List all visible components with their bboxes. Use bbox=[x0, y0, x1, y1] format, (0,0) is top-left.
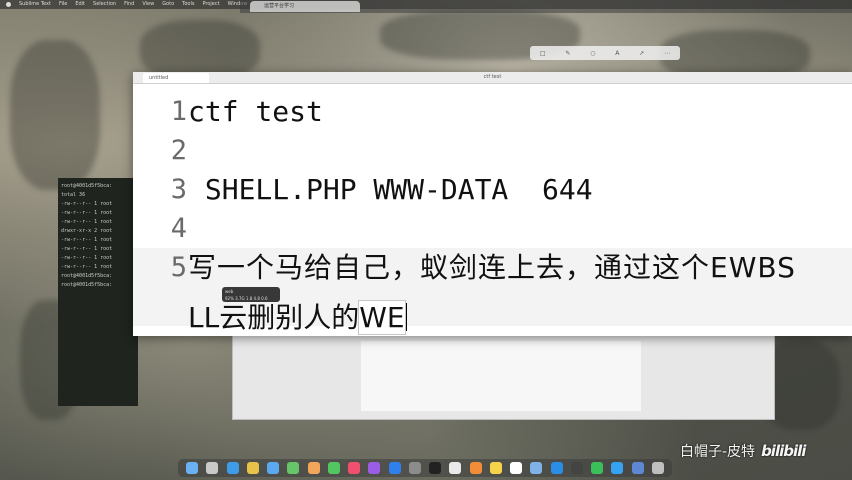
shapes-icon[interactable]: ○ bbox=[590, 50, 595, 57]
apple-icon[interactable] bbox=[6, 2, 11, 7]
finder-icon[interactable] bbox=[186, 462, 199, 474]
calendar-icon[interactable] bbox=[510, 462, 523, 474]
music-icon[interactable] bbox=[348, 462, 361, 474]
code-line: 4 bbox=[133, 209, 852, 248]
ime-popup-values: 92% 3.7G 1.8 4.8 0.6 bbox=[225, 296, 268, 301]
terminal-line: total 36 bbox=[61, 192, 86, 198]
arrow-icon[interactable]: ↗ bbox=[639, 50, 644, 57]
menu-item-goto[interactable]: Goto bbox=[162, 0, 174, 9]
pen-icon[interactable]: ✎ bbox=[565, 50, 570, 57]
mail-icon[interactable] bbox=[267, 462, 280, 474]
terminal-line: -rw-r--r-- 1 root bbox=[61, 201, 113, 207]
preview-icon[interactable] bbox=[530, 462, 543, 474]
crop-icon[interactable]: □ bbox=[540, 50, 546, 57]
terminal-line: root@4001d5f5bca: bbox=[61, 273, 113, 279]
settings-icon[interactable] bbox=[408, 462, 421, 474]
line-number: 4 bbox=[170, 213, 187, 244]
background-window-content bbox=[361, 341, 641, 411]
line-number: 3 bbox=[170, 174, 187, 205]
podcast-icon[interactable] bbox=[368, 462, 381, 474]
line-text[interactable]: 写一个马给自己，蚁剑连上去，通过这个EWBS bbox=[188, 248, 796, 287]
dock bbox=[178, 459, 672, 477]
video-watermark: 白帽子-皮特 bilibili bbox=[680, 441, 806, 461]
terminal-window[interactable]: root@4001d5f5bca: total 36 -rw-r--r-- 1 … bbox=[58, 178, 138, 406]
code-line: 1 ctf test bbox=[133, 92, 852, 131]
wrapped-text: LL云删别人的 bbox=[188, 301, 360, 334]
messages-icon[interactable] bbox=[327, 462, 340, 474]
menu-item-project[interactable]: Project bbox=[202, 0, 219, 9]
text-icon[interactable]: A bbox=[615, 50, 619, 57]
terminal-line: drwxr-xr-x 2 root bbox=[61, 228, 113, 234]
menu-item-find[interactable]: Find bbox=[124, 0, 134, 9]
vscode-icon[interactable] bbox=[550, 462, 563, 474]
safari-icon[interactable] bbox=[226, 462, 239, 474]
editor-tab[interactable]: untitled bbox=[143, 73, 209, 83]
terminal-line: -rw-r--r-- 1 root bbox=[61, 246, 113, 252]
line-text[interactable]: SHELL.PHP WWW-DATA 644 bbox=[188, 170, 593, 209]
launchpad-icon[interactable] bbox=[206, 462, 219, 474]
line-number: 2 bbox=[170, 135, 187, 166]
menu-item-file[interactable]: File bbox=[59, 0, 67, 9]
chrome-icon[interactable] bbox=[246, 462, 259, 474]
code-line: 2 bbox=[133, 131, 852, 170]
typora-icon[interactable] bbox=[570, 462, 583, 474]
line-number: 1 bbox=[170, 96, 187, 127]
background-window[interactable] bbox=[232, 330, 775, 420]
watermark-author: 白帽子-皮特 bbox=[680, 444, 756, 460]
text-caret bbox=[404, 303, 407, 331]
photos-icon[interactable] bbox=[307, 462, 320, 474]
line-text[interactable]: ctf test bbox=[188, 92, 323, 131]
notes-icon[interactable] bbox=[489, 462, 502, 474]
menu-item-view[interactable]: View bbox=[142, 0, 154, 9]
terminal-line: root@4001d5f5bca: bbox=[61, 183, 113, 189]
terminal-line: -rw-r--r-- 1 root bbox=[61, 264, 113, 270]
screenshot-toolbar: □ ✎ ○ A ↗ ⋯ bbox=[530, 46, 680, 60]
browser-tab[interactable]: 运营平台学习 bbox=[250, 1, 360, 12]
qq-icon[interactable] bbox=[611, 462, 624, 474]
ime-popup[interactable]: web 92% 3.7G 1.8 4.8 0.6 bbox=[222, 287, 280, 302]
terminal-line: root@4001d5f5bca: bbox=[61, 282, 113, 288]
terminal-line: -rw-r--r-- 1 root bbox=[61, 237, 113, 243]
menu-app-name[interactable]: Sublime Text bbox=[19, 0, 51, 9]
menu-item-edit[interactable]: Edit bbox=[75, 0, 85, 9]
code-line: 3 SHELL.PHP WWW-DATA 644 bbox=[133, 170, 852, 209]
bilibili-logo: bilibili bbox=[761, 442, 806, 460]
selected-text: WE bbox=[358, 300, 406, 335]
line-number: 5 bbox=[170, 252, 187, 283]
more-icon[interactable]: ⋯ bbox=[664, 50, 670, 57]
menu-item-selection[interactable]: Selection bbox=[93, 0, 116, 9]
sublime-icon[interactable] bbox=[469, 462, 482, 474]
terminal-line: -rw-r--r-- 1 root bbox=[61, 219, 113, 225]
wechat-icon[interactable] bbox=[591, 462, 604, 474]
terminal-icon[interactable] bbox=[429, 462, 442, 474]
editor-window-title: ctf test bbox=[483, 74, 502, 80]
terminal-line: -rw-r--r-- 1 root bbox=[61, 210, 113, 216]
trash-icon[interactable] bbox=[651, 462, 664, 474]
editor-titlebar: ctf test untitled bbox=[133, 72, 852, 84]
textedit-icon[interactable] bbox=[449, 462, 462, 474]
wrapped-line-text[interactable]: LL云删别人的WE bbox=[188, 298, 407, 337]
maps-icon[interactable] bbox=[287, 462, 300, 474]
finder2-icon[interactable] bbox=[631, 462, 644, 474]
appstore-icon[interactable] bbox=[388, 462, 401, 474]
terminal-line: -rw-r--r-- 1 root bbox=[61, 255, 113, 261]
ime-popup-title: web bbox=[225, 289, 234, 294]
menu-item-tools[interactable]: Tools bbox=[182, 0, 194, 9]
